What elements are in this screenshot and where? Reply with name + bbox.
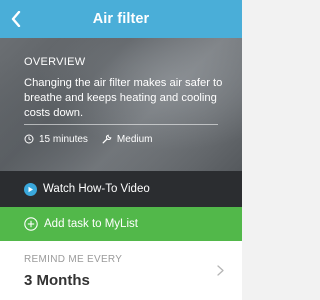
overview-panel: OVERVIEW Changing the air filter makes a…	[0, 38, 242, 171]
watch-video-label: Watch How-To Video	[43, 183, 150, 195]
play-icon	[24, 182, 37, 196]
add-task-label: Add task to MyList	[44, 218, 138, 230]
back-arrow-icon	[11, 11, 21, 27]
difficulty-info: Medium	[102, 134, 153, 145]
page-title: Air filter	[92, 11, 150, 27]
overview-description: Changing the air filter makes air safer …	[24, 77, 223, 119]
plus-circle-icon	[24, 217, 38, 231]
duration-info: 15 minutes	[24, 134, 88, 145]
overview-label: OVERVIEW	[24, 56, 86, 68]
reminder-setting[interactable]: REMIND ME EVERY 3 Months	[0, 241, 242, 300]
back-button[interactable]	[6, 8, 26, 30]
wrench-icon	[102, 134, 112, 144]
reminder-value: 3 Months	[24, 272, 90, 289]
chevron-right-icon	[217, 265, 224, 276]
watch-video-button[interactable]: Watch How-To Video	[0, 171, 242, 207]
clock-icon	[24, 134, 34, 144]
overview-divider	[24, 124, 218, 125]
duration-text: 15 minutes	[39, 133, 88, 145]
reminder-label: REMIND ME EVERY	[24, 254, 123, 265]
difficulty-text: Medium	[116, 133, 153, 145]
task-meta: 15 minutes Medium	[24, 131, 153, 147]
app-header: Air filter	[0, 0, 242, 38]
add-task-button[interactable]: Add task to MyList	[0, 207, 242, 241]
